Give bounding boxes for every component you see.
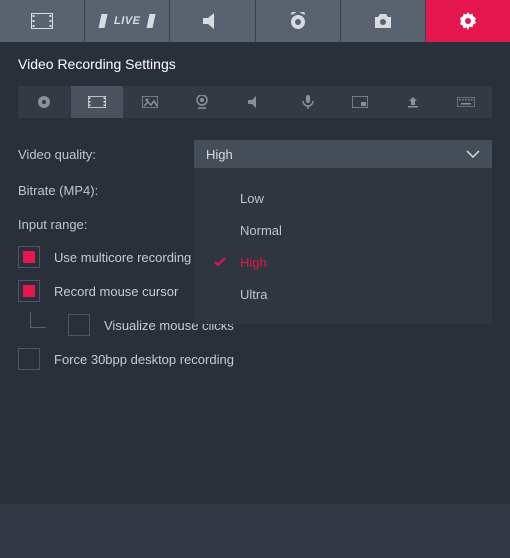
check-icon (214, 257, 228, 267)
multicore-label: Use multicore recording (54, 250, 191, 265)
option-label: Low (240, 191, 264, 206)
alarm-icon (289, 12, 307, 30)
tab-timer[interactable] (256, 0, 340, 42)
bitrate-label: Bitrate (MP4): (18, 183, 194, 198)
tab-audio[interactable] (170, 0, 254, 42)
video-settings-form: Video quality: High Low Normal (18, 140, 492, 370)
footer-bar (0, 504, 510, 558)
upload-icon (407, 96, 419, 108)
gear-small-icon (37, 95, 51, 109)
film-icon (31, 13, 53, 29)
option-label: Normal (240, 223, 282, 238)
speaker-small-icon (248, 96, 262, 108)
force-30bpp-label: Force 30bpp desktop recording (54, 352, 234, 367)
subtab-upload[interactable] (387, 86, 440, 118)
mic-icon (302, 95, 314, 109)
tree-elbow-icon (30, 312, 46, 328)
quality-option-ultra[interactable]: Ultra (194, 278, 492, 310)
keyboard-icon (457, 97, 475, 107)
tab-screenshot[interactable] (341, 0, 425, 42)
image-icon (142, 96, 158, 108)
chevron-down-icon (466, 150, 480, 158)
subtab-mic[interactable] (281, 86, 334, 118)
tab-settings[interactable] (426, 0, 510, 42)
mouse-cursor-checkbox[interactable] (18, 280, 40, 302)
subtab-hotkeys[interactable] (439, 86, 492, 118)
video-quality-value: High (206, 147, 233, 162)
subtab-overlay[interactable] (334, 86, 387, 118)
quality-option-normal[interactable]: Normal (194, 214, 492, 246)
multicore-checkbox[interactable] (18, 246, 40, 268)
live-badge: LIVE (99, 14, 156, 28)
visualize-clicks-checkbox[interactable] (68, 314, 90, 336)
subtab-webcam[interactable] (176, 86, 229, 118)
panel-title: Video Recording Settings (18, 56, 492, 72)
option-label: Ultra (240, 287, 267, 302)
film-small-icon (88, 96, 106, 108)
subtab-general[interactable] (18, 86, 71, 118)
mouse-cursor-label: Record mouse cursor (54, 284, 178, 299)
force-30bpp-checkbox[interactable] (18, 348, 40, 370)
video-quality-label: Video quality: (18, 147, 194, 162)
quality-option-high[interactable]: High (194, 246, 492, 278)
settings-sub-tabs (18, 86, 492, 118)
settings-panel: Video Recording Settings (0, 42, 510, 400)
subtab-sound[interactable] (229, 86, 282, 118)
video-quality-select[interactable]: High (194, 140, 492, 168)
quality-option-low[interactable]: Low (194, 182, 492, 214)
camera-icon (373, 13, 393, 29)
gear-icon (459, 12, 477, 30)
option-label: High (240, 255, 267, 270)
input-range-label: Input range: (18, 217, 194, 232)
subtab-image[interactable] (123, 86, 176, 118)
force-30bpp-row: Force 30bpp desktop recording (18, 348, 492, 370)
subtab-video[interactable] (71, 86, 124, 118)
tab-video[interactable] (0, 0, 84, 42)
speaker-icon (203, 13, 221, 29)
tab-live[interactable]: LIVE (85, 0, 169, 42)
main-tabs: LIVE (0, 0, 510, 42)
webcam-icon (195, 95, 209, 109)
video-quality-dropdown: Low Normal High Ultra (194, 168, 492, 324)
pip-icon (352, 96, 368, 108)
